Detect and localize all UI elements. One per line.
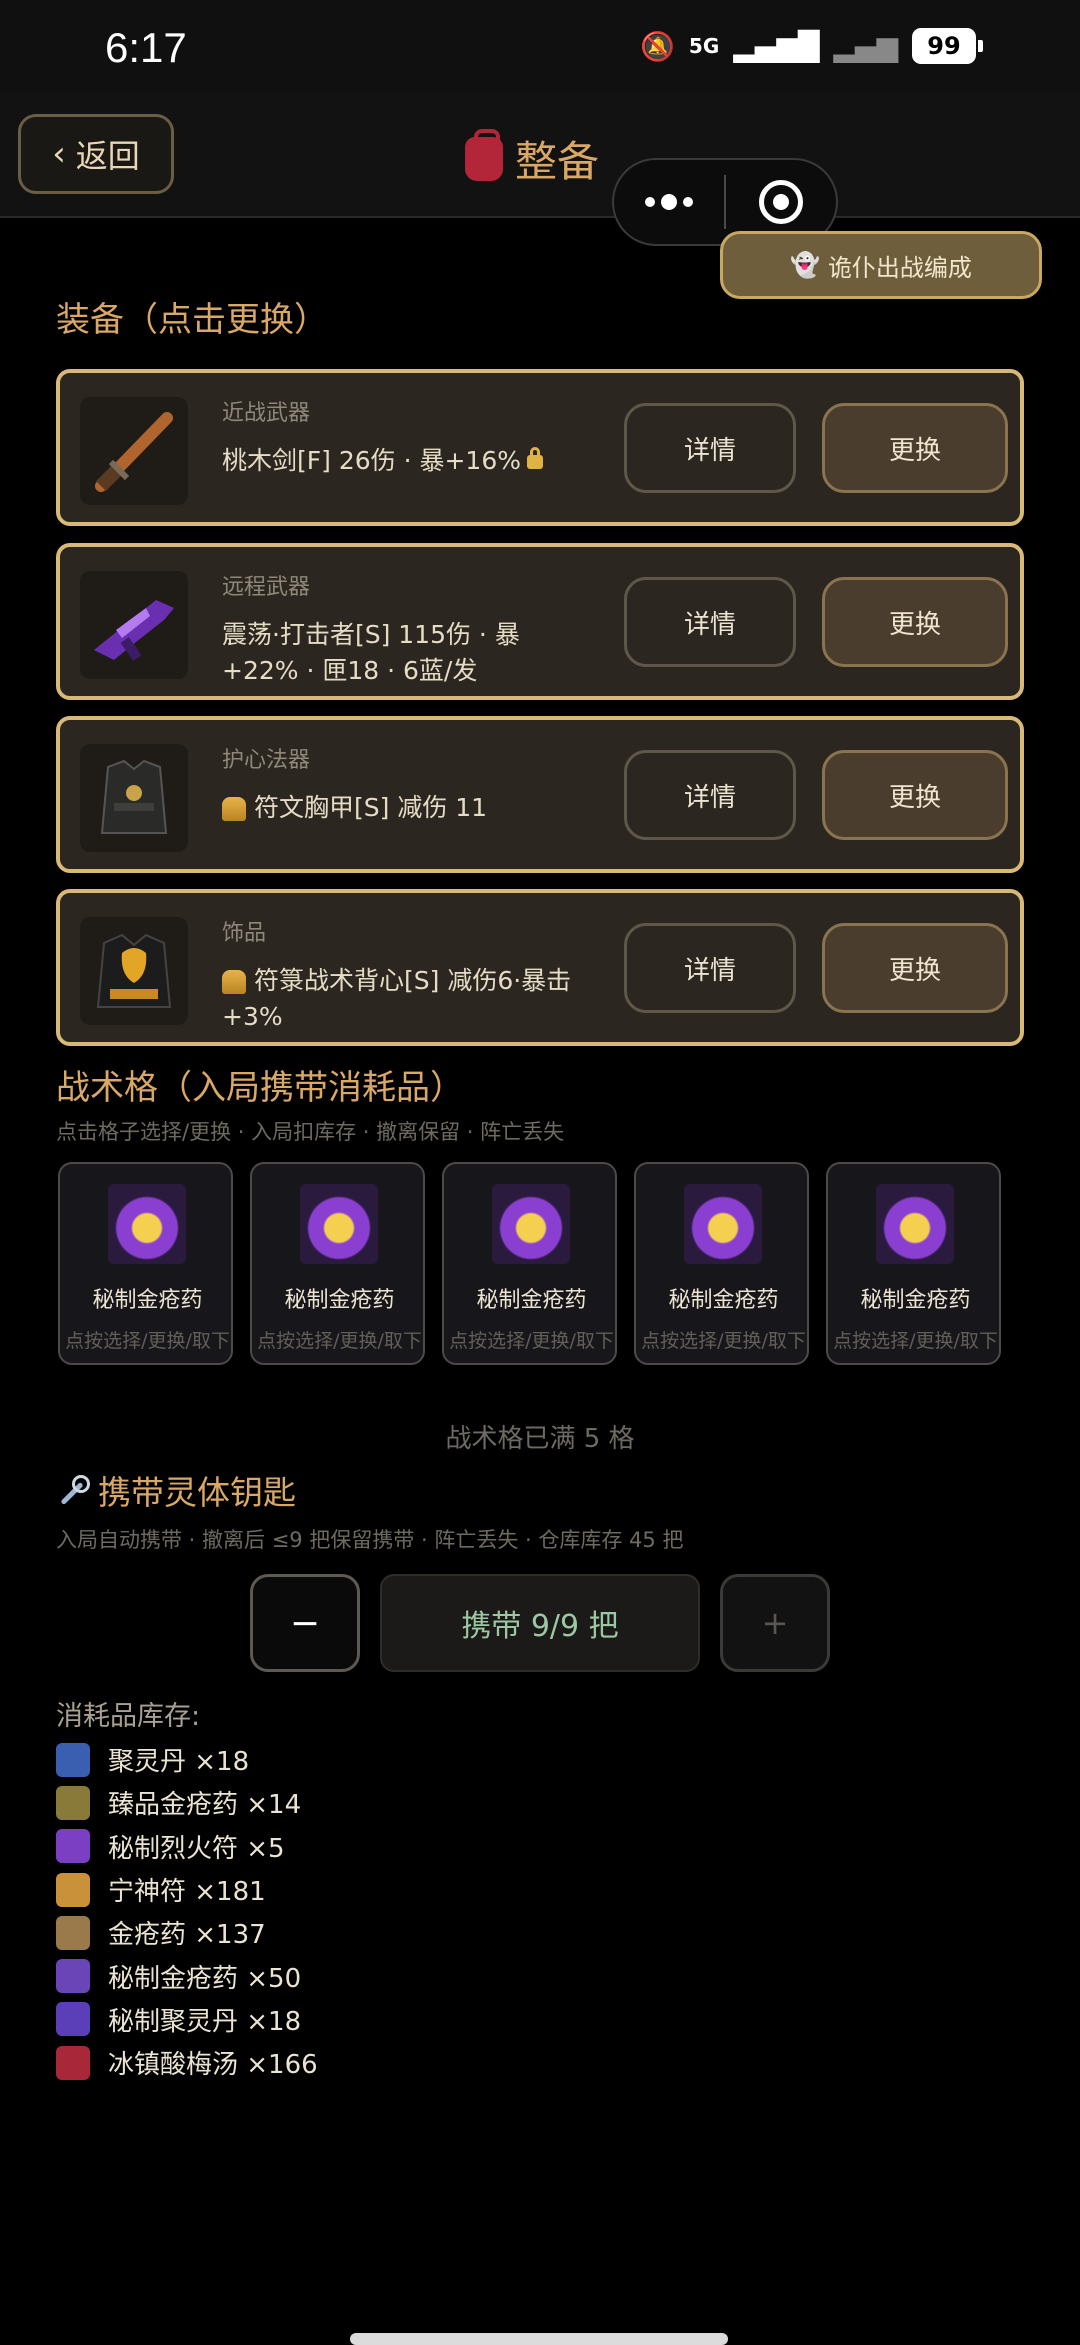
ghost-formation-label: 诡仆出战编成 [827, 253, 972, 282]
status-icons: 🔕 5G ▂▄▆█ ▂▄▆ 99 [640, 28, 983, 64]
keys-note: 入局自动携带 · 撤离后 ≤9 把保留携带 · 阵亡丢失 · 仓库库存 45 把 [56, 1528, 684, 1552]
equip-slot-label: 饰品 [222, 921, 267, 946]
inventory-item-icon [56, 2045, 90, 2080]
equipment-section-title: 装备（点击更换） [56, 300, 328, 340]
equip-card-ranged: 远程武器 震荡·打击者[S] 115伤 · 暴+22% · 匣18 · 6蓝/发… [56, 543, 1024, 700]
tactical-slot[interactable]: 秘制金疮药 点按选择/更换/取下 [250, 1162, 425, 1365]
mute-icon: 🔕 [640, 29, 675, 63]
vest-icon [80, 917, 188, 1025]
equip-slot-label: 护心法器 [222, 748, 311, 773]
tactical-full-status: 战术格已满 5 格 [445, 1424, 635, 1454]
potion-icon [492, 1184, 570, 1264]
tactical-slot[interactable]: 秘制金疮药 点按选择/更换/取下 [58, 1162, 233, 1365]
key-icon [56, 1473, 90, 1507]
change-button[interactable]: 更换 [822, 923, 1008, 1013]
slot-item-name: 秘制金疮药 [476, 1288, 587, 1313]
battery-icon: 99 [912, 28, 983, 64]
inventory-item-icon [56, 1829, 90, 1864]
header: ‹ 返回 整备 [0, 92, 1080, 218]
equip-card-chest: 护心法器 符文胸甲[S] 减伤 11 详情 更换 [56, 716, 1024, 873]
ghost-formation-button[interactable]: 👻 诡仆出战编成 [720, 231, 1042, 299]
equip-name: 符文胸甲[S] 减伤 11 [222, 790, 582, 826]
detail-button[interactable]: 详情 [624, 403, 796, 493]
list-item: 秘制烈火符 ×5 [56, 1825, 556, 1868]
back-button[interactable]: ‹ 返回 [18, 114, 174, 194]
ghost-icon: 👻 [790, 251, 820, 279]
slot-hint: 点按选择/更换/取下 [449, 1330, 614, 1352]
detail-button[interactable]: 详情 [624, 923, 796, 1013]
detail-button[interactable]: 详情 [624, 577, 796, 667]
equip-slot-label: 近战武器 [222, 401, 311, 426]
signal-icon: ▂▄▆█ [733, 29, 820, 63]
inventory-title: 消耗品库存: [56, 1701, 201, 1732]
list-item: 秘制金疮药 ×50 [56, 1954, 556, 1997]
slot-hint: 点按选择/更换/取下 [257, 1330, 422, 1352]
sword-icon [80, 397, 188, 505]
close-mini-program-icon[interactable] [726, 180, 836, 224]
rarity-icon [222, 970, 246, 994]
chest-armor-icon [80, 744, 188, 852]
tactical-slot[interactable]: 秘制金疮药 点按选择/更换/取下 [826, 1162, 1001, 1365]
list-item: 秘制聚灵丹 ×18 [56, 1998, 556, 2041]
gun-icon [80, 571, 188, 679]
equip-card-melee: 近战武器 桃木剑[F] 26伤 · 暴+16% 详情 更换 [56, 369, 1024, 526]
chevron-left-icon: ‹ [52, 134, 66, 174]
key-decrement-button[interactable]: − [250, 1574, 360, 1672]
home-indicator[interactable] [350, 2333, 728, 2345]
slot-item-name: 秘制金疮药 [668, 1288, 779, 1313]
page-title-text: 整备 [515, 137, 600, 186]
inventory-item-icon [56, 1959, 90, 1994]
tactical-slot[interactable]: 秘制金疮药 点按选择/更换/取下 [634, 1162, 809, 1365]
potion-icon [876, 1184, 954, 1264]
potion-icon [684, 1184, 762, 1264]
rarity-icon [222, 797, 246, 821]
slot-item-name: 秘制金疮药 [284, 1288, 395, 1313]
detail-button[interactable]: 详情 [624, 750, 796, 840]
equip-name: 符箓战术背心[S] 减伤6·暴击+3% [222, 966, 572, 1031]
list-item: 冰镇酸梅汤 ×166 [56, 2041, 556, 2084]
slot-hint: 点按选择/更换/取下 [833, 1330, 998, 1352]
slot-item-name: 秘制金疮药 [92, 1288, 203, 1313]
slot-item-name: 秘制金疮药 [860, 1288, 971, 1313]
tactical-note: 点击格子选择/更换 · 入局扣库存 · 撤离保留 · 阵亡丢失 [56, 1120, 565, 1144]
change-button[interactable]: 更换 [822, 750, 1008, 840]
tactical-section-title: 战术格（入局携带消耗品） [56, 1068, 464, 1108]
potion-icon [300, 1184, 378, 1264]
inventory-item-icon [56, 1742, 90, 1777]
equip-name: 震荡·打击者[S] 115伤 · 暴+22% · 匣18 · 6蓝/发 [222, 620, 520, 685]
more-icon[interactable] [614, 194, 724, 210]
page-title: 整备 [465, 128, 599, 189]
list-item: 金疮药 ×137 [56, 1911, 556, 1954]
list-item: 臻品金疮药 ×14 [56, 1781, 556, 1824]
signal-label: 5G [688, 34, 720, 58]
status-bar: 6:17 🔕 5G ▂▄▆█ ▂▄▆ 99 [0, 0, 1080, 92]
inventory-item-icon [56, 1872, 90, 1907]
potion-icon [108, 1184, 186, 1264]
slot-hint: 点按选择/更换/取下 [65, 1330, 230, 1352]
equip-slot-label: 远程武器 [222, 575, 311, 600]
change-button[interactable]: 更换 [822, 403, 1008, 493]
no-signal-icon: ▂▄▆ [833, 29, 898, 63]
list-item: 宁神符 ×181 [56, 1868, 556, 1911]
lock-icon [527, 447, 543, 469]
keys-section-title: 携带灵体钥匙 [56, 1466, 296, 1514]
inventory-list: 聚灵丹 ×18 臻品金疮药 ×14 秘制烈火符 ×5 宁神符 ×181 金疮药 … [56, 1738, 556, 2084]
equip-name: 桃木剑[F] 26伤 · 暴+16% [222, 443, 582, 479]
inventory-item-icon [56, 2002, 90, 2037]
inventory-item-icon [56, 1915, 90, 1950]
tactical-slot[interactable]: 秘制金疮药 点按选择/更换/取下 [442, 1162, 617, 1365]
backpack-icon [465, 128, 503, 181]
list-item: 聚灵丹 ×18 [56, 1738, 556, 1781]
back-label: 返回 [75, 137, 140, 175]
key-increment-button[interactable]: + [720, 1574, 830, 1672]
slot-hint: 点按选择/更换/取下 [641, 1330, 806, 1352]
equip-card-accessory: 饰品 符箓战术背心[S] 减伤6·暴击+3% 详情 更换 [56, 889, 1024, 1046]
key-count-display: 携带 9/9 把 [380, 1574, 700, 1672]
status-time: 6:17 [105, 24, 187, 71]
inventory-item-icon [56, 1785, 90, 1820]
change-button[interactable]: 更换 [822, 577, 1008, 667]
